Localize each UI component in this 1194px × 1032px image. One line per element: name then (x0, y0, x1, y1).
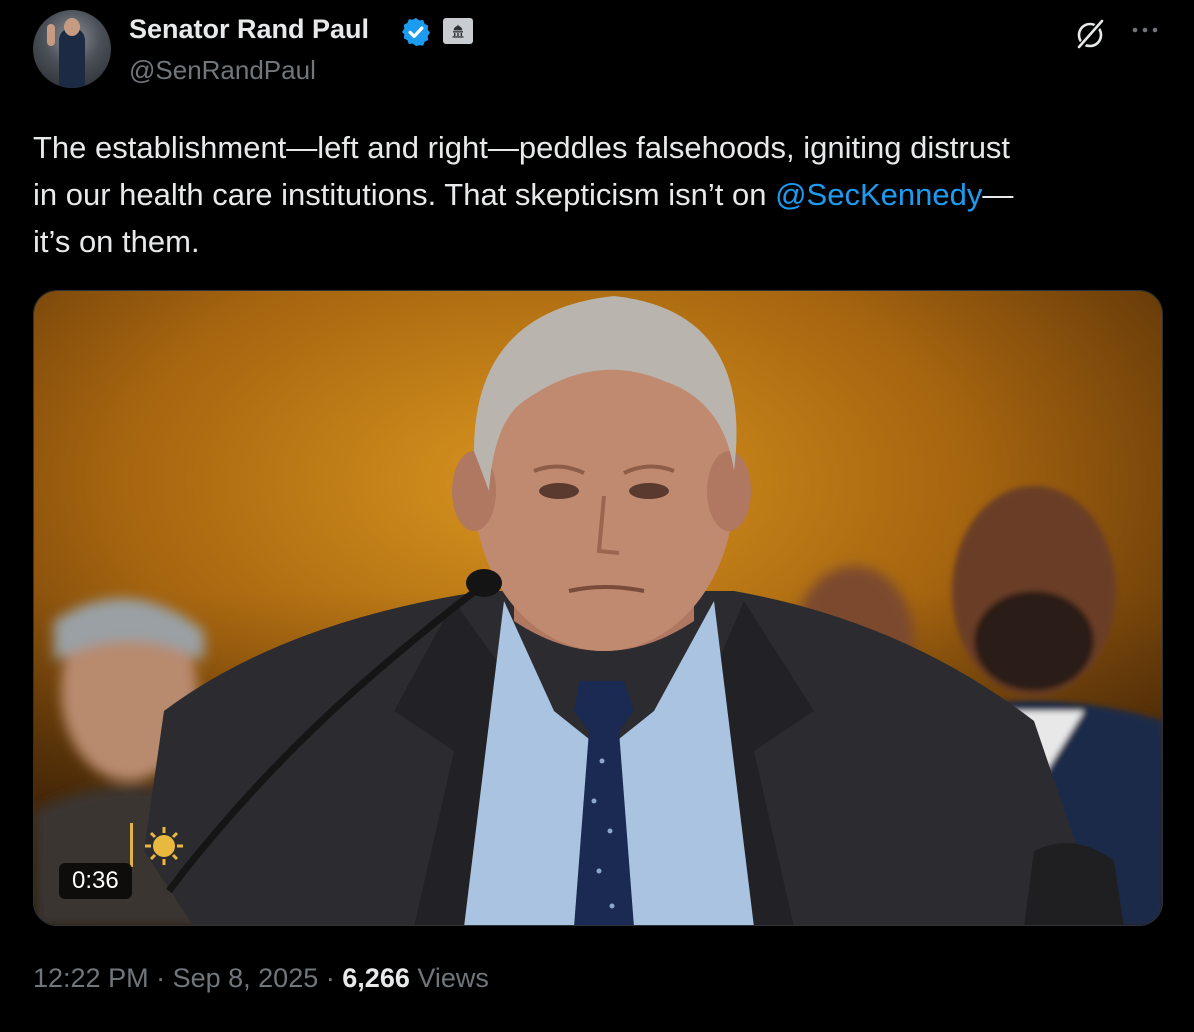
tweet-text: The establishment—left and right—peddles… (33, 124, 1163, 265)
tweet-text-line-1: The establishment—left and right—peddles… (33, 130, 1011, 165)
tweet-text-line-2-suffix: — (982, 177, 1014, 212)
tweet-text-line-2-prefix: in our health care institutions. That sk… (33, 177, 776, 212)
tweet-text-line-2: in our health care institutions. That sk… (33, 171, 1163, 218)
capitol-icon (452, 24, 464, 38)
more-icon[interactable] (1127, 18, 1163, 42)
author-display-name[interactable]: Senator Rand Paul (129, 14, 369, 45)
tweet-date[interactable]: Sep 8, 2025 (173, 963, 319, 993)
meta-separator: · (325, 963, 335, 993)
avatar-arm (47, 24, 55, 46)
views-label: Views (417, 963, 489, 993)
views-count: 6,266 (342, 963, 410, 993)
government-building-icon[interactable] (443, 18, 473, 44)
grok-icon[interactable] (1072, 16, 1108, 52)
avatar-head (64, 18, 80, 36)
verified-badge-icon[interactable] (400, 16, 432, 48)
tweet-metadata: 12:22 PM · Sep 8, 2025 · 6,266 Views (33, 963, 489, 994)
avatar-figure (59, 28, 85, 88)
meta-separator: · (156, 963, 166, 993)
video-duration-badge: 0:36 (59, 863, 132, 899)
video-thumbnail (34, 291, 1162, 925)
tweet-text-line-3: it’s on them. (33, 224, 200, 259)
tweet: Senator Rand Paul @SenRandPaul The estab… (0, 0, 1194, 1032)
author-handle[interactable]: @SenRandPaul (129, 55, 316, 86)
mention-link[interactable]: @SecKennedy (775, 177, 982, 212)
author-avatar[interactable] (33, 10, 111, 88)
video-player[interactable]: 0:36 (33, 290, 1163, 926)
tweet-time[interactable]: 12:22 PM (33, 963, 149, 993)
